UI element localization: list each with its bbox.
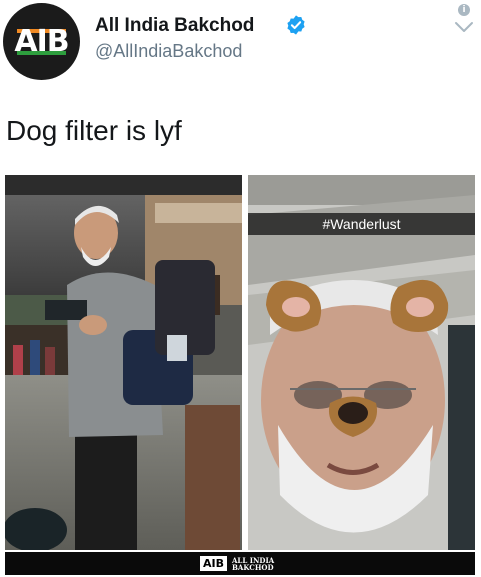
tweet-text: Dog filter is lyf <box>6 115 182 146</box>
info-icon: i <box>458 4 470 16</box>
watermark-aib-text: AIB <box>200 556 227 571</box>
watermark-name-text: ALL INDIA BAKCHOD <box>232 555 275 572</box>
chevron-down-icon[interactable] <box>454 20 474 34</box>
media-watermark-bar: AIB ALL INDIA BAKCHOD <box>5 552 475 575</box>
verified-badge-icon <box>287 15 305 35</box>
tweet-header: AIB All India Bakchod @AllIndiaBakchod i <box>0 0 481 90</box>
snap-caption: #Wanderlust <box>248 213 475 235</box>
tweet-media[interactable]: #Wanderlust AIB ALL INDIA BAKCHOD <box>5 175 475 575</box>
avatar[interactable]: AIB <box>3 3 80 80</box>
watermark-logo: AIB ALL INDIA BAKCHOD <box>200 555 278 572</box>
photo-platform[interactable] <box>5 175 242 550</box>
logo-stripe-green <box>17 51 66 55</box>
user-handle[interactable]: @AllIndiaBakchod <box>95 41 242 62</box>
photo-dog-filter[interactable]: #Wanderlust <box>248 175 475 550</box>
display-name[interactable]: All India Bakchod <box>95 15 254 37</box>
